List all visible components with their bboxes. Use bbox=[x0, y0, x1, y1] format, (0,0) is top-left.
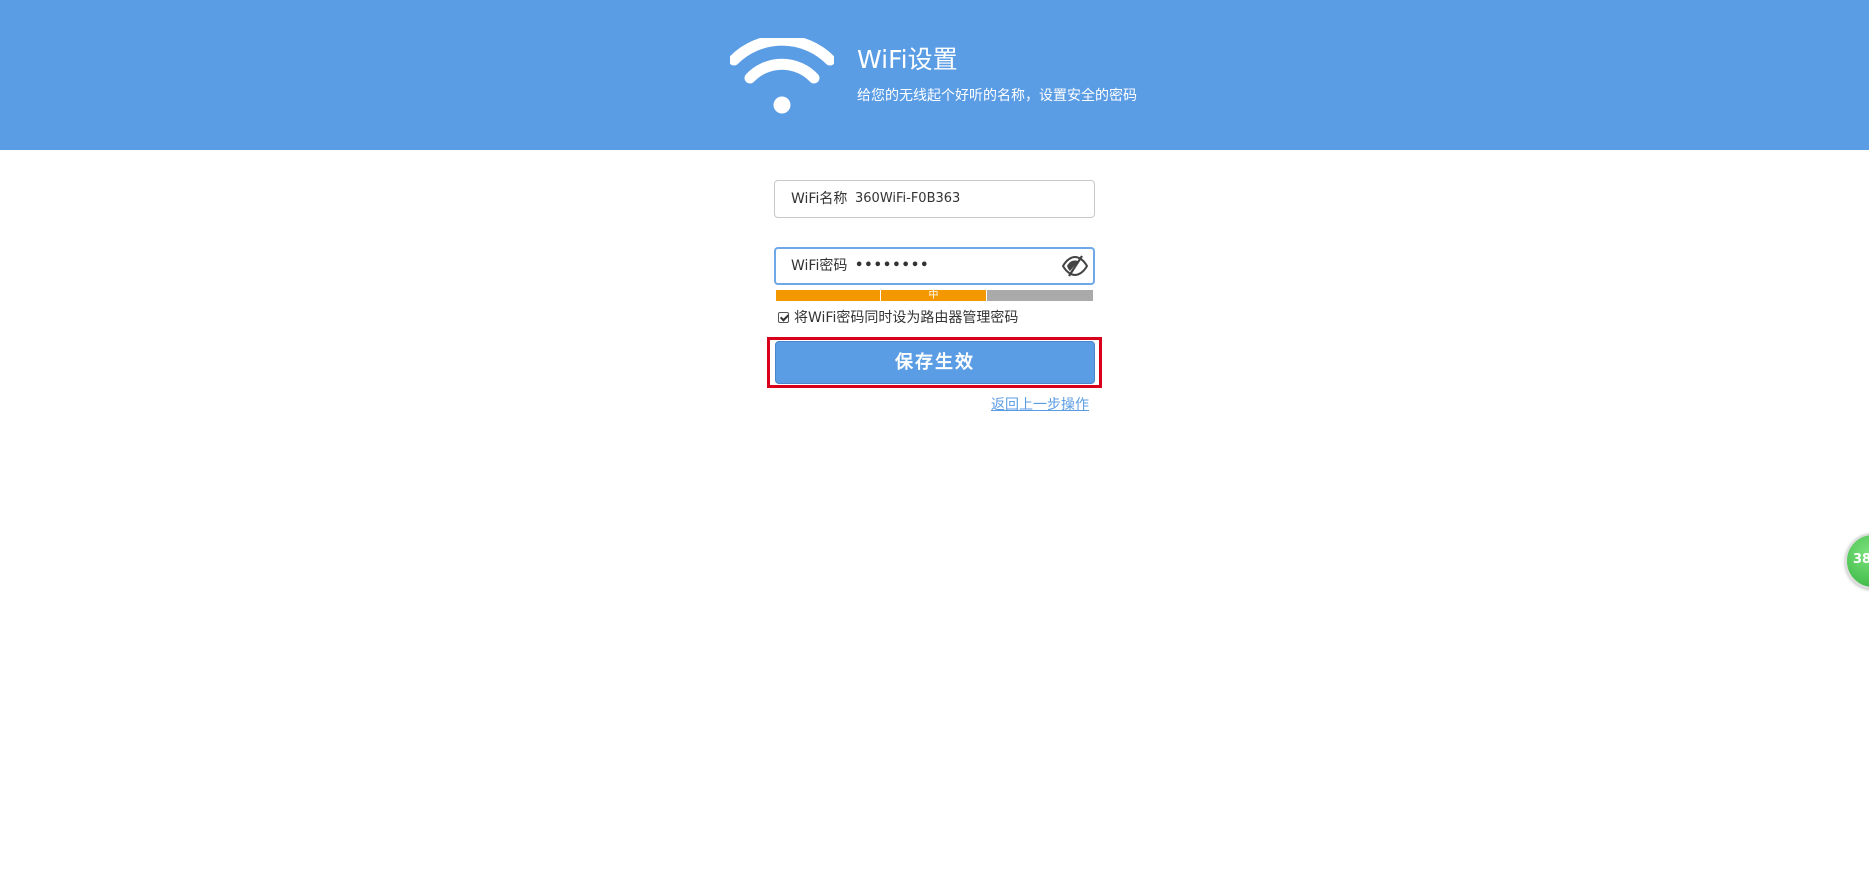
wifi-name-field[interactable]: WiFi名称 360WiFi-F0B363 bbox=[774, 180, 1095, 218]
save-button[interactable]: 保存生效 bbox=[775, 341, 1095, 384]
back-link[interactable]: 返回上一步操作 bbox=[991, 394, 1089, 414]
wifi-name-label: WiFi名称 bbox=[791, 191, 848, 207]
wifi-password-input[interactable]: •••••••• bbox=[855, 249, 929, 283]
sync-admin-password-checkbox[interactable] bbox=[778, 311, 789, 323]
wifi-password-label: WiFi密码 bbox=[791, 258, 848, 274]
page-subtitle: 给您的无线起个好听的名称，设置安全的密码 bbox=[857, 88, 1137, 104]
wifi-password-field[interactable]: WiFi密码 •••••••• bbox=[774, 247, 1095, 285]
strength-segment-high bbox=[987, 290, 1093, 301]
header-banner: WiFi设置 给您的无线起个好听的名称，设置安全的密码 bbox=[0, 0, 1869, 150]
password-strength-bar: 中 bbox=[776, 290, 1093, 301]
wifi-name-input[interactable]: 360WiFi-F0B363 bbox=[855, 181, 960, 217]
floating-badge-text: 38 bbox=[1853, 552, 1869, 567]
strength-segment-low bbox=[776, 290, 881, 301]
sync-admin-password-row[interactable]: 将WiFi密码同时设为路由器管理密码 bbox=[778, 307, 1018, 327]
floating-assistant-badge[interactable]: 38 bbox=[1845, 533, 1869, 589]
strength-segment-medium: 中 bbox=[881, 290, 987, 301]
sync-admin-password-label[interactable]: 将WiFi密码同时设为路由器管理密码 bbox=[794, 307, 1018, 327]
eye-slash-icon[interactable] bbox=[1061, 255, 1089, 277]
page-title: WiFi设置 bbox=[857, 45, 958, 74]
wifi-icon bbox=[730, 38, 834, 114]
